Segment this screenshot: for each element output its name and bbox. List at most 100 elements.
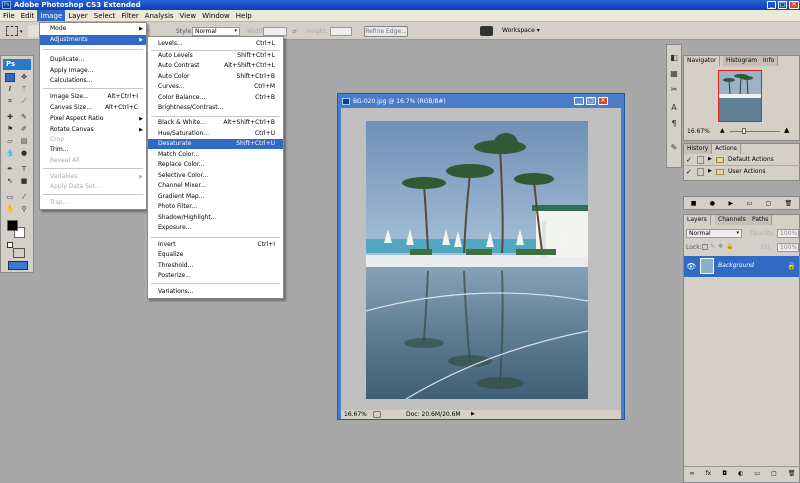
menu-filter[interactable]: Filter (118, 10, 141, 21)
lock-all-icon[interactable]: 🔒 (726, 243, 733, 250)
menu-item-exposure[interactable]: Exposure... (148, 223, 283, 233)
shape-icon[interactable]: ■ (19, 177, 29, 186)
menu-layer[interactable]: Layer (65, 10, 91, 21)
width-input[interactable] (263, 27, 287, 36)
menu-item-mode[interactable]: Mode ▶ (40, 24, 146, 34)
marquee-icon[interactable] (5, 73, 15, 82)
slice-icon[interactable]: ⟋ (19, 97, 29, 106)
zoom-level[interactable]: 16.67% (344, 410, 367, 419)
mask-icon[interactable]: ◘ (722, 470, 727, 477)
new-set-icon[interactable]: ▭ (746, 200, 752, 207)
play-icon[interactable]: ▶ (728, 200, 733, 207)
eyedropper-icon[interactable]: ⁄ (19, 193, 29, 202)
chevron-right-icon[interactable]: ▶ (708, 156, 712, 162)
zoom-icon[interactable]: ⚲ (19, 205, 29, 214)
tab-navigator[interactable]: Navigator (684, 56, 721, 66)
menu-item-canvas-size[interactable]: Canvas Size... Alt+Ctrl+C (40, 103, 146, 113)
delete-icon[interactable]: 🗑 (785, 200, 793, 207)
menu-item-shadow-highlight[interactable]: Shadow/Highlight... (148, 213, 283, 223)
layer-name[interactable]: Background (718, 262, 754, 269)
menu-item-duplicate[interactable]: Duplicate... (40, 55, 146, 65)
style-select[interactable]: Normal ▾ (192, 27, 240, 36)
menu-item-match-color[interactable]: Match Color... (148, 150, 283, 160)
blur-icon[interactable]: 💧 (5, 149, 15, 158)
menu-item-variations[interactable]: Variations... (148, 287, 283, 297)
list-item[interactable]: ✓ ▶ User Actions (684, 167, 800, 178)
tab-info[interactable]: Info (760, 56, 779, 66)
marquee-tool-icon[interactable] (6, 26, 18, 36)
zoom-slider-thumb[interactable] (742, 128, 746, 134)
menu-item-pixel-aspect-ratio[interactable]: Pixel Aspect Ratio ▶ (40, 114, 146, 124)
dialog-toggle-icon[interactable] (697, 168, 704, 176)
link-icon[interactable]: ∞ (690, 470, 695, 477)
brushes-dock-icon[interactable]: ✎ (667, 141, 681, 154)
new-layer-icon[interactable]: ▢ (771, 470, 777, 477)
menu-item-calculations[interactable]: Calculations... (40, 76, 146, 86)
maximize-icon[interactable]: □ (586, 97, 596, 105)
eraser-icon[interactable]: ▱ (5, 137, 15, 146)
maximize-icon[interactable]: □ (778, 1, 787, 9)
zoom-slider[interactable] (730, 131, 780, 132)
menu-item-image-size[interactable]: Image Size... Alt+Ctrl+I (40, 92, 146, 102)
menu-analysis[interactable]: Analysis (142, 10, 177, 21)
lock-pixels-icon[interactable]: ✎ (710, 243, 715, 250)
menu-item-auto-color[interactable]: Auto Color Shift+Ctrl+B (148, 72, 283, 82)
lock-transparent-icon[interactable] (702, 244, 708, 250)
menu-item-trim[interactable]: Trim... (40, 145, 146, 155)
menu-item-auto-levels[interactable]: Auto Levels Shift+Ctrl+L (148, 51, 283, 61)
fx-icon[interactable]: fx (706, 470, 712, 477)
record-icon[interactable]: ● (710, 200, 715, 207)
magic-wand-icon[interactable]: ⚚ (19, 85, 29, 94)
menu-item-rotate-canvas[interactable]: Rotate Canvas ▶ (40, 125, 146, 135)
stop-icon[interactable]: ■ (691, 200, 697, 207)
navigator-thumbnail[interactable] (718, 70, 762, 122)
menu-item-brightness-contrast[interactable]: Brightness/Contrast... (148, 103, 283, 113)
menu-item-levels[interactable]: Levels... Ctrl+L (148, 39, 283, 49)
menu-item-selective-color[interactable]: Selective Color... (148, 171, 283, 181)
gradient-icon[interactable]: ▤ (19, 137, 29, 146)
pen-icon[interactable]: ✒ (5, 165, 15, 174)
dialog-toggle-icon[interactable] (697, 156, 704, 164)
tab-channels[interactable]: Channels (715, 215, 750, 225)
menu-item-gradient-map[interactable]: Gradient Map... (148, 192, 283, 202)
list-item[interactable]: ✓ ▶ Default Actions (684, 155, 800, 166)
checkmark-icon[interactable]: ✓ (686, 156, 692, 164)
close-icon[interactable]: ✕ (789, 1, 799, 9)
lock-position-icon[interactable]: ✥ (718, 243, 723, 250)
menu-window[interactable]: Window (199, 10, 233, 21)
healing-icon[interactable]: ✚ (5, 113, 15, 122)
close-icon[interactable]: ✕ (598, 97, 608, 105)
navigator-dock-icon[interactable]: ◧ (667, 51, 681, 64)
new-action-icon[interactable]: ▢ (766, 200, 772, 207)
minimize-icon[interactable]: _ (574, 97, 584, 105)
opacity-input[interactable]: 100% (777, 229, 799, 238)
tab-histogram[interactable]: Histogram (723, 56, 762, 66)
history-brush-icon[interactable]: ✐ (19, 125, 29, 134)
adjustment-layer-icon[interactable]: ◐ (738, 470, 743, 477)
character-dock-icon[interactable]: A (667, 101, 681, 114)
histogram-dock-icon[interactable]: ▦ (667, 67, 681, 80)
menu-item-posterize[interactable]: Posterize... (148, 271, 283, 281)
tab-layers[interactable]: Layers (684, 215, 711, 225)
chevron-down-icon[interactable]: ▾ (20, 29, 23, 35)
new-group-icon[interactable]: ▭ (754, 470, 760, 477)
tab-history[interactable]: History (684, 144, 713, 154)
type-icon[interactable]: T (19, 165, 29, 174)
eye-icon[interactable]: 👁 (686, 262, 696, 271)
zoom-in-icon[interactable]: ▲ (784, 126, 789, 134)
paragraph-dock-icon[interactable]: ¶ (667, 117, 681, 130)
zoom-out-icon[interactable]: ▲ (720, 127, 725, 134)
menu-item-photo-filter[interactable]: Photo Filter... (148, 202, 283, 212)
move-icon[interactable]: ✥ (19, 73, 29, 82)
brush-icon[interactable]: ✎ (19, 113, 29, 122)
menu-item-hue-saturation[interactable]: Hue/Saturation... Ctrl+U (148, 129, 283, 139)
canvas-area[interactable] (341, 108, 621, 410)
dodge-icon[interactable]: ● (19, 149, 29, 158)
menu-item-channel-mixer[interactable]: Channel Mixer... (148, 181, 283, 191)
menu-file[interactable]: File (0, 10, 18, 21)
menu-item-color-balance[interactable]: Color Balance... Ctrl+B (148, 93, 283, 103)
menu-item-black-white[interactable]: Black & White... Alt+Shift+Ctrl+B (148, 118, 283, 128)
chevron-right-icon[interactable]: ▶ (708, 168, 712, 174)
chevron-right-icon[interactable]: ▶ (471, 410, 475, 419)
menu-select[interactable]: Select (91, 10, 119, 21)
